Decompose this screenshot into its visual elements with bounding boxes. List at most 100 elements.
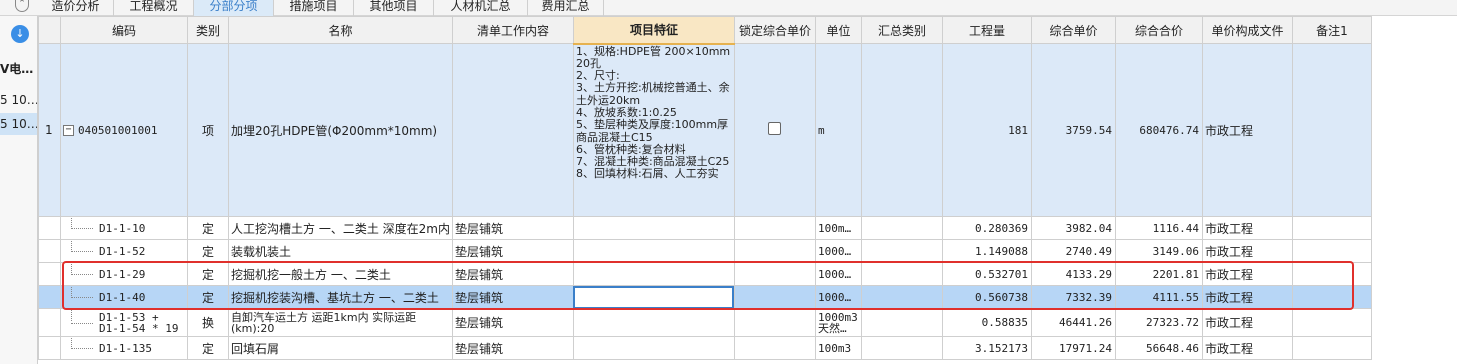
table-row[interactable]: D1-1-135 定 回填石屑 垫层铺筑 100m3 3.152173 1797… — [38, 336, 1372, 360]
cell-code[interactable]: D1-1-29 — [60, 262, 188, 286]
header-name[interactable]: 名称 — [228, 16, 453, 44]
cell-price-file[interactable]: 市政工程 — [1201, 216, 1293, 240]
cell-quantity[interactable]: 0.280369 — [941, 216, 1032, 240]
cell-name[interactable]: 加埋20孔HDPE管(Φ200mm*10mm) — [228, 43, 453, 217]
cell-total-price[interactable]: 680476.74 — [1114, 43, 1203, 217]
cell-quantity[interactable]: 0.560738 — [941, 285, 1032, 309]
cell-summary-category[interactable] — [860, 43, 943, 217]
cell-price-file[interactable]: 市政工程 — [1201, 43, 1293, 217]
cell-work-content[interactable]: 垫层铺筑 — [451, 285, 574, 309]
table-row-main[interactable]: 1 −040501001001 项 加埋20孔HDPE管(Φ200mm*10mm… — [38, 43, 1372, 217]
header-code[interactable]: 编码 — [60, 16, 188, 44]
cell-summary-category[interactable] — [860, 285, 943, 309]
header-features[interactable]: 项目特征 — [572, 16, 735, 45]
collapse-toggle-icon[interactable]: − — [63, 125, 74, 136]
cell-total-price[interactable]: 4111.55 — [1114, 285, 1203, 309]
cell-remark[interactable] — [1291, 239, 1372, 263]
table-row[interactable]: D1-1-29 定 挖掘机挖一般土方 一、二类土 垫层铺筑 1000… 0.53… — [38, 262, 1372, 286]
cell-lock-price[interactable] — [733, 43, 816, 217]
cell-summary-category[interactable] — [860, 216, 943, 240]
cell-code[interactable]: D1-1-53 + D1-1-54 * 19 — [60, 308, 188, 337]
cell-code[interactable]: −040501001001 — [60, 43, 188, 217]
cell-category[interactable]: 项 — [187, 43, 229, 217]
header-total-price[interactable]: 综合合价 — [1114, 16, 1203, 44]
cell-unit[interactable]: 1000… — [814, 262, 862, 286]
cell-summary-category[interactable] — [860, 308, 943, 337]
cell-price-file[interactable]: 市政工程 — [1201, 285, 1293, 309]
cell-unit-price[interactable]: 2740.49 — [1030, 239, 1116, 263]
cell-name[interactable]: 挖掘机挖装沟槽、基坑土方 一、二类土 — [228, 285, 453, 309]
side-item-2[interactable]: 5 10… — [0, 113, 37, 135]
cell-category[interactable]: 定 — [187, 285, 229, 309]
cell-work-content[interactable] — [451, 43, 574, 217]
header-work-content[interactable]: 清单工作内容 — [451, 16, 574, 44]
header-lock-price[interactable]: 锁定综合单价 — [733, 16, 816, 44]
cell-remark[interactable] — [1291, 216, 1372, 240]
cell-remark[interactable] — [1291, 336, 1372, 360]
header-unit[interactable]: 单位 — [814, 16, 862, 44]
cell-name[interactable]: 装载机装土 — [228, 239, 453, 263]
header-price-file[interactable]: 单价构成文件 — [1201, 16, 1293, 44]
cell-quantity[interactable]: 0.58835 — [941, 308, 1032, 337]
tab-sub-items[interactable]: 分部分项 — [194, 0, 274, 16]
side-item-0[interactable]: V电… — [0, 58, 37, 80]
cell-features[interactable]: 1、规格:HDPE管 200×10mm 20孔 2、尺寸: 3、土方开挖:机械挖… — [572, 43, 735, 217]
cell-quantity[interactable]: 1.149088 — [941, 239, 1032, 263]
header-category[interactable]: 类别 — [187, 16, 229, 44]
cell-summary-category[interactable] — [860, 336, 943, 360]
cell-total-price[interactable]: 56648.46 — [1114, 336, 1203, 360]
cell-total-price[interactable]: 27323.72 — [1114, 308, 1203, 337]
cell-name[interactable]: 人工挖沟槽土方 一、二类土 深度在2m内 — [228, 216, 453, 240]
tab-measures[interactable]: 措施项目 — [274, 0, 354, 16]
cell-quantity[interactable]: 3.152173 — [941, 336, 1032, 360]
cell-total-price[interactable]: 2201.81 — [1114, 262, 1203, 286]
cell-lock-price[interactable] — [733, 285, 816, 309]
cell-remark[interactable] — [1291, 285, 1372, 309]
cell-unit[interactable]: 1000… — [814, 239, 862, 263]
cell-summary-category[interactable] — [860, 262, 943, 286]
cell-features[interactable] — [572, 308, 735, 337]
cell-unit[interactable]: 1000… — [814, 285, 862, 309]
cell-unit-price[interactable]: 7332.39 — [1030, 285, 1116, 309]
cell-unit-price[interactable]: 17971.24 — [1030, 336, 1116, 360]
cell-work-content[interactable]: 垫层铺筑 — [451, 336, 574, 360]
cell-unit-price[interactable]: 46441.26 — [1030, 308, 1116, 337]
cell-lock-price[interactable] — [733, 308, 816, 337]
cell-name[interactable]: 回填石屑 — [228, 336, 453, 360]
cell-lock-price[interactable] — [733, 336, 816, 360]
tab-project-overview[interactable]: 工程概况 — [114, 0, 194, 16]
cell-code[interactable]: D1-1-40 — [60, 285, 188, 309]
table-row-selected[interactable]: D1-1-40 定 挖掘机挖装沟槽、基坑土方 一、二类土 垫层铺筑 1000… … — [38, 285, 1372, 309]
cell-category[interactable]: 定 — [187, 336, 229, 360]
header-unit-price[interactable]: 综合单价 — [1030, 16, 1116, 44]
cell-remark[interactable] — [1291, 262, 1372, 286]
cell-lock-price[interactable] — [733, 262, 816, 286]
cell-unit[interactable]: 100m… — [814, 216, 862, 240]
cell-work-content[interactable]: 垫层铺筑 — [451, 262, 574, 286]
cell-unit[interactable]: 1000m3 天然… — [814, 308, 862, 337]
table-row[interactable]: D1-1-52 定 装载机装土 垫层铺筑 1000… 1.149088 2740… — [38, 239, 1372, 263]
cell-lock-price[interactable] — [733, 239, 816, 263]
cell-features[interactable] — [572, 216, 735, 240]
cell-name[interactable]: 挖掘机挖一般土方 一、二类土 — [228, 262, 453, 286]
cell-category[interactable]: 定 — [187, 239, 229, 263]
cell-unit[interactable]: 100m3 — [814, 336, 862, 360]
cell-price-file[interactable]: 市政工程 — [1201, 262, 1293, 286]
header-remark[interactable]: 备注1 — [1291, 16, 1372, 44]
cell-total-price[interactable]: 1116.44 — [1114, 216, 1203, 240]
cell-category[interactable]: 定 — [187, 216, 229, 240]
tab-labor-material-summary[interactable]: 人材机汇总 — [434, 0, 528, 16]
cell-features-editing[interactable] — [572, 285, 735, 309]
cell-unit-price[interactable]: 4133.29 — [1030, 262, 1116, 286]
cell-code[interactable]: D1-1-52 — [60, 239, 188, 263]
cell-price-file[interactable]: 市政工程 — [1201, 336, 1293, 360]
cell-total-price[interactable]: 3149.06 — [1114, 239, 1203, 263]
cell-price-file[interactable]: 市政工程 — [1201, 308, 1293, 337]
cell-category[interactable]: 换 — [187, 308, 229, 337]
tab-other-items[interactable]: 其他项目 — [354, 0, 434, 16]
cell-work-content[interactable]: 垫层铺筑 — [451, 239, 574, 263]
cell-summary-category[interactable] — [860, 239, 943, 263]
side-item-1[interactable]: 5 10… — [0, 89, 37, 111]
cell-quantity[interactable]: 0.532701 — [941, 262, 1032, 286]
header-quantity[interactable]: 工程量 — [941, 16, 1032, 44]
